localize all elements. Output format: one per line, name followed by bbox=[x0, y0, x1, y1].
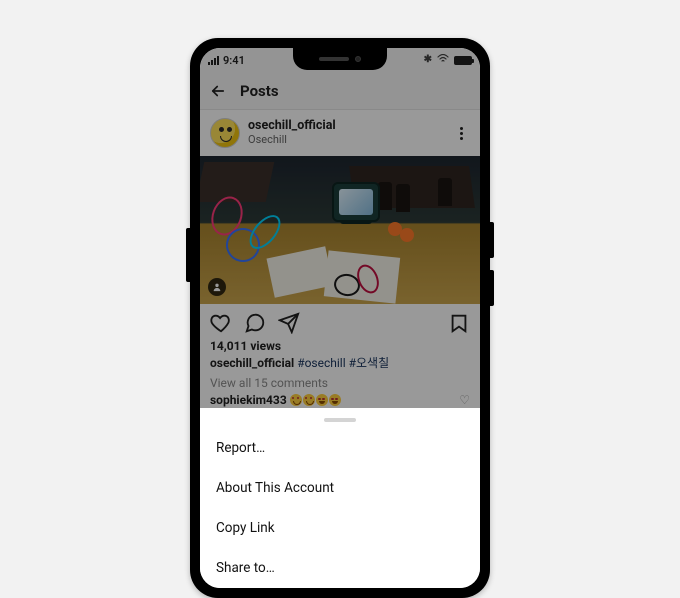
nav-title: Posts bbox=[240, 82, 279, 100]
comment-username[interactable]: sophiekim433 bbox=[210, 393, 287, 407]
share-button[interactable] bbox=[278, 312, 300, 334]
phone-frame: 9:41 ✱ Posts osechill_official Osechill bbox=[190, 38, 490, 598]
comment-button[interactable] bbox=[244, 312, 266, 334]
caption-username[interactable]: osechill_official bbox=[210, 356, 294, 370]
bluetooth-icon: ✱ bbox=[424, 55, 432, 65]
post-caption: osechill_official #osechill #오색칠 bbox=[210, 355, 470, 372]
cell-signal-icon bbox=[208, 56, 219, 65]
like-button[interactable] bbox=[210, 312, 232, 334]
sheet-item-about-account[interactable]: About This Account bbox=[200, 468, 480, 508]
sheet-item-copy-link[interactable]: Copy Link bbox=[200, 508, 480, 548]
comment-emoji bbox=[290, 393, 342, 407]
views-count[interactable]: 14,011 views bbox=[210, 338, 470, 355]
status-time: 9:41 bbox=[223, 54, 245, 67]
nav-bar: Posts bbox=[200, 72, 480, 110]
battery-icon bbox=[454, 56, 472, 65]
sheet-grabber[interactable] bbox=[324, 418, 356, 422]
caption-hashtags[interactable]: #osechill #오색칠 bbox=[297, 356, 389, 370]
post-display-name: Osechill bbox=[248, 134, 336, 147]
post-header: osechill_official Osechill bbox=[200, 110, 480, 156]
back-button[interactable] bbox=[208, 81, 228, 101]
sheet-item-report[interactable]: Report… bbox=[200, 428, 480, 468]
action-sheet: Report… About This Account Copy Link Sha… bbox=[200, 408, 480, 588]
avatar[interactable] bbox=[210, 118, 240, 148]
wifi-icon bbox=[437, 54, 449, 66]
post-more-button[interactable] bbox=[452, 127, 470, 140]
comment-row: sophiekim433 ♡ bbox=[210, 392, 470, 409]
view-all-comments[interactable]: View all 15 comments bbox=[210, 375, 470, 392]
post-image[interactable] bbox=[200, 156, 480, 304]
sheet-item-share-to[interactable]: Share to… bbox=[200, 548, 480, 588]
like-comment-icon[interactable]: ♡ bbox=[459, 392, 470, 409]
screen: 9:41 ✱ Posts osechill_official Osechill bbox=[200, 48, 480, 588]
tagged-people-icon[interactable] bbox=[208, 278, 226, 296]
post-action-row bbox=[200, 304, 480, 336]
post-username[interactable]: osechill_official bbox=[248, 119, 336, 133]
display-notch bbox=[293, 48, 387, 70]
save-button[interactable] bbox=[448, 312, 470, 334]
